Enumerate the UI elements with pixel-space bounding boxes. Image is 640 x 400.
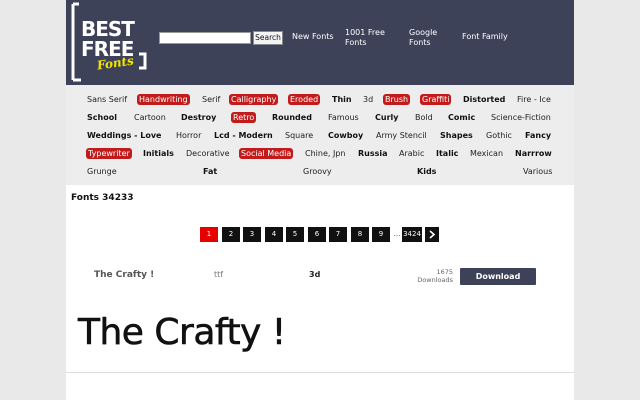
- category-link[interactable]: Lcd - Modern: [214, 130, 273, 142]
- category-link[interactable]: Various: [523, 166, 552, 178]
- page-link[interactable]: 8: [351, 227, 369, 242]
- category-link[interactable]: Retro: [231, 112, 257, 123]
- category-link[interactable]: School: [87, 112, 117, 124]
- category-link[interactable]: 3d: [363, 94, 373, 106]
- category-link[interactable]: Brush: [383, 94, 411, 105]
- nav-1001-free-fonts[interactable]: 1001 Free Fonts: [345, 28, 393, 48]
- page-link-last[interactable]: 3424: [402, 227, 422, 242]
- page-link[interactable]: 6: [308, 227, 326, 242]
- page-link[interactable]: 4: [265, 227, 283, 242]
- category-link[interactable]: Sans Serif: [87, 94, 127, 106]
- next-page-button[interactable]: [425, 227, 439, 242]
- category-link[interactable]: Cowboy: [328, 130, 363, 142]
- category-link[interactable]: Calligraphy: [229, 94, 279, 105]
- nav-font-family[interactable]: Font Family: [462, 32, 508, 42]
- category-link[interactable]: Serif: [202, 94, 220, 106]
- page-link[interactable]: 2: [222, 227, 240, 242]
- page-link[interactable]: 3: [243, 227, 261, 242]
- nav-google-fonts[interactable]: Google Fonts: [409, 28, 449, 48]
- category-link[interactable]: Fancy: [525, 130, 551, 142]
- font-preview-text: The Crafty !: [77, 312, 286, 353]
- font-type: ttf: [214, 270, 224, 279]
- download-button[interactable]: Download: [460, 268, 536, 285]
- nav-new-fonts[interactable]: New Fonts: [292, 32, 334, 42]
- category-link[interactable]: Russia: [358, 148, 388, 160]
- category-link[interactable]: Comic: [448, 112, 475, 124]
- category-link[interactable]: Rounded: [272, 112, 312, 124]
- category-link[interactable]: Decorative: [186, 148, 230, 160]
- download-count: 1675 Downloads: [406, 268, 453, 284]
- chevron-right-icon: [429, 230, 436, 239]
- category-link[interactable]: Fat: [203, 166, 217, 178]
- font-preview[interactable]: The Crafty !: [76, 300, 376, 360]
- category-link[interactable]: Square: [285, 130, 313, 142]
- category-link[interactable]: Kids: [417, 166, 436, 178]
- fonts-count-heading: Fonts 34233: [71, 193, 134, 203]
- category-link[interactable]: Narrrow: [515, 148, 552, 160]
- font-name-link[interactable]: The Crafty !: [94, 270, 154, 280]
- page: BEST FREE Fonts Search New Fonts 1001 Fr…: [66, 0, 574, 400]
- font-category-link[interactable]: 3d: [309, 270, 320, 279]
- category-link[interactable]: Science-Fiction: [491, 112, 551, 124]
- category-link[interactable]: Shapes: [440, 130, 473, 142]
- category-link[interactable]: Horror: [176, 130, 201, 142]
- category-row: Typewriter Initials Decorative Social Me…: [66, 148, 574, 162]
- page-link[interactable]: 1: [200, 227, 218, 242]
- category-link[interactable]: Graffiti: [420, 94, 452, 105]
- category-link[interactable]: Groovy: [303, 166, 332, 178]
- row-divider: [66, 372, 574, 373]
- pagination-ellipsis: ...: [393, 230, 401, 238]
- search-input[interactable]: [159, 32, 251, 44]
- category-link[interactable]: Grunge: [87, 166, 117, 178]
- category-link[interactable]: Initials: [143, 148, 174, 160]
- page-link[interactable]: 5: [286, 227, 304, 242]
- category-link[interactable]: Fire - Ice: [517, 94, 551, 106]
- page-link[interactable]: 7: [329, 227, 347, 242]
- category-row: School Cartoon Destroy Retro Rounded Fam…: [66, 112, 574, 126]
- category-link[interactable]: Chine, Jpn: [305, 148, 345, 160]
- category-link[interactable]: Famous: [328, 112, 359, 124]
- category-link[interactable]: Eroded: [288, 94, 321, 105]
- category-row: Grunge Fat Groovy Kids Various: [66, 166, 574, 180]
- category-link[interactable]: Distorted: [463, 94, 505, 106]
- category-link[interactable]: Army Stencil: [376, 130, 427, 142]
- site-logo[interactable]: BEST FREE Fonts: [69, 2, 151, 82]
- category-link[interactable]: Thin: [332, 94, 352, 106]
- category-row: Sans Serif Handwriting Serif Calligraphy…: [66, 94, 574, 108]
- category-link[interactable]: Weddings - Love: [87, 130, 161, 142]
- page-link[interactable]: 9: [372, 227, 390, 242]
- category-link[interactable]: Cartoon: [134, 112, 166, 124]
- category-link[interactable]: Destroy: [181, 112, 216, 124]
- category-link[interactable]: Bold: [415, 112, 433, 124]
- category-link[interactable]: Curly: [375, 112, 398, 124]
- search-button[interactable]: Search: [253, 31, 283, 45]
- category-link[interactable]: Typewriter: [86, 148, 132, 159]
- download-count-number: 1675: [436, 268, 453, 276]
- category-link[interactable]: Social Media: [239, 148, 294, 159]
- site-header: BEST FREE Fonts Search New Fonts 1001 Fr…: [66, 0, 574, 85]
- category-link[interactable]: Mexican: [470, 148, 503, 160]
- category-link[interactable]: Gothic: [486, 130, 512, 142]
- download-count-label: Downloads: [417, 276, 453, 284]
- category-link[interactable]: Italic: [436, 148, 458, 160]
- category-link[interactable]: Handwriting: [137, 94, 190, 105]
- category-list: Sans Serif Handwriting Serif Calligraphy…: [66, 85, 574, 185]
- category-link[interactable]: Arabic: [399, 148, 424, 160]
- category-row: Weddings - Love Horror Lcd - Modern Squa…: [66, 130, 574, 144]
